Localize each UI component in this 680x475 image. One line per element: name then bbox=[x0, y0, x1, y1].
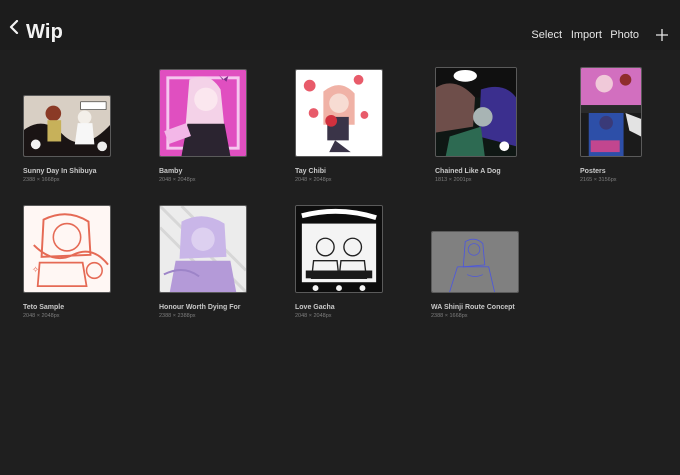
artwork-thumbnail[interactable]: ✧ bbox=[23, 205, 111, 293]
import-button[interactable]: Import bbox=[571, 29, 602, 41]
artwork-name: Chained Like A Dog bbox=[435, 168, 501, 175]
artwork-dimensions: 2048 × 2048px bbox=[159, 177, 196, 183]
artwork-thumbnail[interactable] bbox=[159, 69, 247, 157]
artwork-thumbnail[interactable] bbox=[159, 205, 247, 293]
artwork-dimensions: 2048 × 2048px bbox=[23, 313, 60, 319]
artwork-name: Love Gacha bbox=[295, 304, 335, 311]
artwork-name: Bamby bbox=[159, 168, 183, 175]
add-button[interactable] bbox=[656, 28, 668, 46]
artwork-name: Sunny Day In Shibuya bbox=[23, 168, 97, 175]
back-button[interactable] bbox=[9, 20, 19, 34]
artwork-thumbnail[interactable] bbox=[295, 205, 383, 293]
svg-text:✧: ✧ bbox=[32, 265, 39, 275]
artwork-name: WA Shinji Route Concept bbox=[431, 304, 515, 311]
artwork-name: Honour Worth Dying For bbox=[159, 304, 241, 311]
artwork-thumbnail[interactable] bbox=[431, 231, 519, 293]
artwork-name: Teto Sample bbox=[23, 304, 65, 311]
artwork-dimensions: 2388 × 2388px bbox=[159, 313, 196, 319]
artwork-thumbnail[interactable] bbox=[580, 67, 642, 157]
select-button[interactable]: Select bbox=[531, 29, 562, 41]
artwork-thumbnail[interactable] bbox=[295, 69, 383, 157]
artwork-dimensions: 1813 × 2001px bbox=[435, 177, 472, 183]
top-bar: Wip Select Import Photo bbox=[0, 0, 680, 50]
chevron-left-icon bbox=[9, 20, 19, 34]
artwork-dimensions: 2048 × 2048px bbox=[295, 177, 332, 183]
artwork-name: Posters bbox=[580, 168, 606, 175]
artwork-thumbnail[interactable] bbox=[435, 67, 517, 157]
artwork-dimensions: 2388 × 1668px bbox=[431, 313, 468, 319]
plus-icon bbox=[656, 29, 668, 41]
gallery-title: Wip bbox=[26, 21, 64, 43]
artwork-name: Tay Chibi bbox=[295, 168, 326, 175]
artwork-dimensions: 2048 × 2048px bbox=[295, 313, 332, 319]
artwork-dimensions: 2165 × 3156px bbox=[580, 177, 617, 183]
artwork-thumbnail[interactable] bbox=[23, 95, 111, 157]
artwork-dimensions: 2388 × 1668px bbox=[23, 177, 60, 183]
photo-button[interactable]: Photo bbox=[610, 29, 639, 41]
